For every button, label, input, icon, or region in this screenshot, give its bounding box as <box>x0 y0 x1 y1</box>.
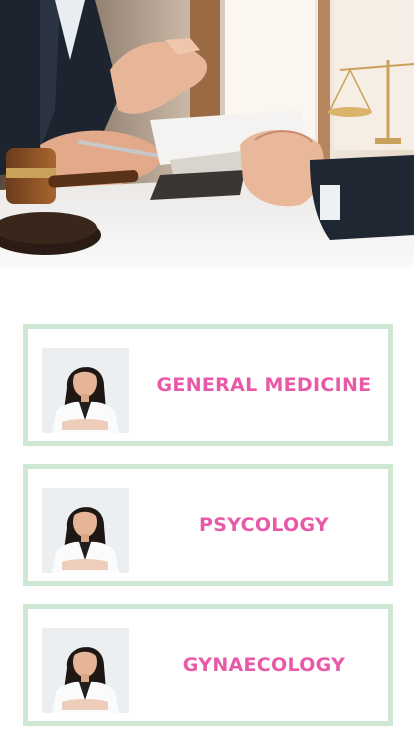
specialty-label: GYNAECOLOGY <box>182 654 346 676</box>
doctor-avatar <box>42 488 129 573</box>
page: GENERAL MEDICINE PSYCOLOGY GYNAECOLOGY <box>0 0 414 734</box>
specialty-label: PSYCOLOGY <box>198 514 329 536</box>
specialty-card-psycology[interactable]: PSYCOLOGY <box>23 464 393 586</box>
specialty-card-gynaecology[interactable]: GYNAECOLOGY <box>23 604 393 726</box>
hero-image <box>0 0 414 268</box>
specialty-label: GENERAL MEDICINE <box>156 374 372 396</box>
specialty-card-general-medicine[interactable]: GENERAL MEDICINE <box>23 324 393 446</box>
doctor-avatar <box>42 628 129 713</box>
doctor-avatar <box>42 348 129 433</box>
